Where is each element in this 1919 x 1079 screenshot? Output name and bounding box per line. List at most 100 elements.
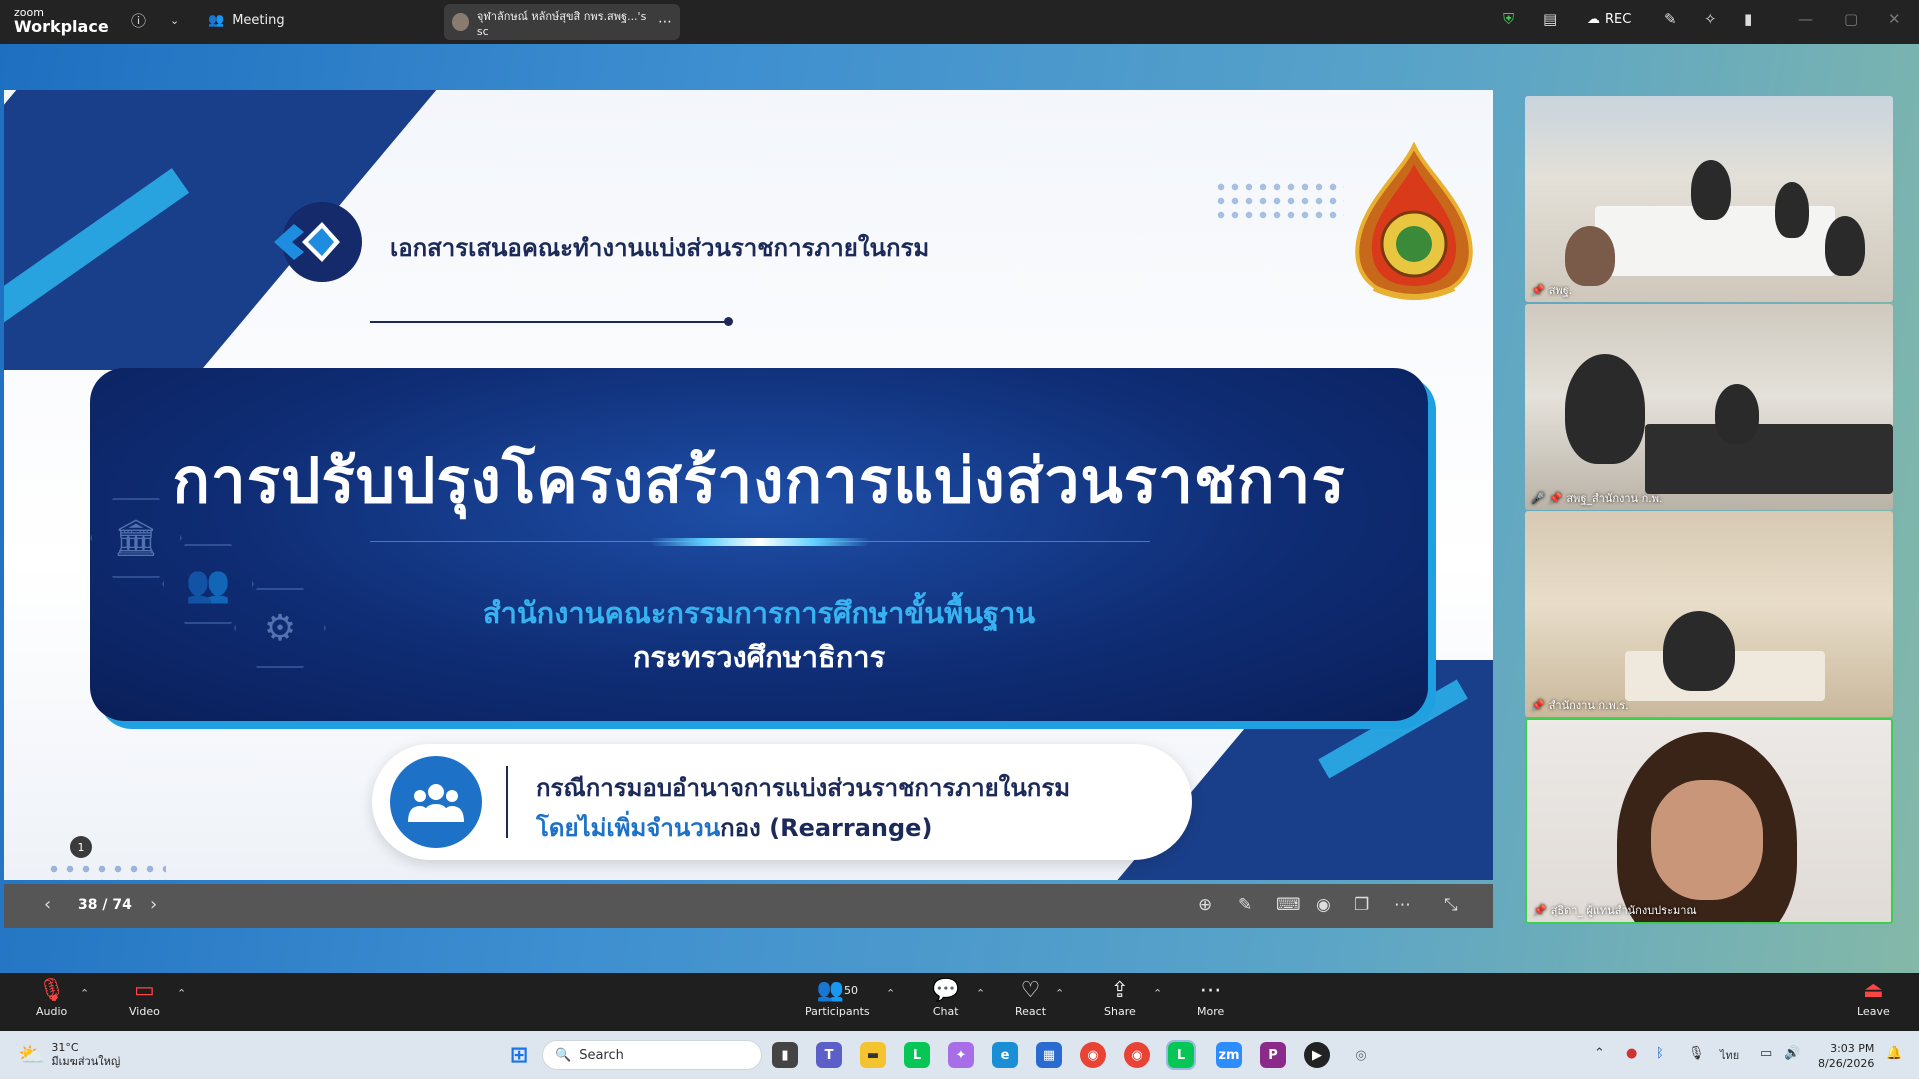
screen-share-indicator[interactable]: จุฬาลักษณ์ หลักษ์สุขสิ กพร.สพฐ...'s sc ⋯ [444, 4, 680, 40]
info-icon[interactable]: ⓘ [131, 10, 146, 31]
participants-options-caret-icon[interactable]: ⌃ [886, 987, 895, 1000]
view-layout-icon[interactable]: ▮ [1744, 10, 1752, 28]
teams-icon[interactable]: T [816, 1042, 842, 1068]
react-options-caret-icon[interactable]: ⌃ [1055, 987, 1064, 1000]
video-tile[interactable]: 📌 สพฐ. [1525, 96, 1893, 302]
slide-main-title: การปรับปรุงโครงสร้างการแบ่งส่วนราชการ [172, 444, 1346, 517]
previous-page-icon[interactable]: ‹ [44, 894, 51, 915]
bluetooth-icon[interactable]: ᛒ [1656, 1046, 1664, 1061]
task-view-icon[interactable]: ▮ [772, 1042, 798, 1068]
page-indicator: 38 / 74 [78, 897, 132, 913]
zoom-app-icon[interactable]: zm [1216, 1042, 1242, 1068]
video-tile[interactable]: 🎤 📌 สพฐ_สำนักงาน ก.พ. [1525, 304, 1893, 510]
security-tray-icon[interactable]: ● [1626, 1046, 1637, 1061]
pdf-reader-icon[interactable]: P [1260, 1042, 1286, 1068]
shared-slide: เอกสารเสนอคณะทำงานแบ่งส่วนราชการภายในกรม… [4, 90, 1493, 880]
slide-header-text: เอกสารเสนอคณะทำงานแบ่งส่วนราชการภายในกรม [390, 234, 930, 262]
next-page-icon[interactable]: › [150, 894, 157, 915]
audio-label: Audio [36, 1005, 68, 1018]
notes-icon[interactable]: ▤ [1543, 10, 1557, 28]
ai-companion-icon[interactable]: ✧ [1704, 10, 1717, 28]
weather-widget[interactable]: ⛅ 31°C มีเมฆส่วนใหญ่ [18, 1041, 120, 1069]
pin-icon: 📌 [1531, 698, 1545, 712]
search-placeholder: Search [579, 1047, 624, 1063]
video-tile-active-speaker[interactable]: 📌 สุธิดา_ ผู้แทนสำนักงบประมาณ [1525, 718, 1893, 924]
windows-start-icon[interactable]: ⊞ [506, 1042, 532, 1068]
clock-date: 8/26/2026 [1818, 1057, 1875, 1070]
recording-indicator[interactable]: ☁ REC [1587, 12, 1631, 27]
pin-icon: 📌 [1531, 283, 1545, 297]
zoom-workplace-logo: zoom Workplace [14, 7, 109, 35]
minimize-icon[interactable]: — [1798, 10, 1813, 28]
cloud-weather-icon: ⛅ [18, 1042, 46, 1068]
shield-encryption-icon[interactable]: ⛨ [1503, 10, 1514, 28]
chrome-profile-icon[interactable]: ◉ [1124, 1042, 1150, 1068]
maximize-icon[interactable]: ▢ [1844, 10, 1858, 28]
camera-app-icon[interactable]: ◎ [1348, 1042, 1374, 1068]
zoom-in-icon[interactable]: ⊕ [1198, 895, 1212, 915]
annotate-icon[interactable]: ✎ [1664, 10, 1677, 28]
media-player-icon[interactable]: ▶ [1304, 1042, 1330, 1068]
share-button[interactable]: ⇪ Share [1104, 977, 1136, 1018]
video-tile-label: 📌 สำนักงาน ก.พ.ร. [1531, 698, 1629, 713]
show-hidden-icons-icon[interactable]: ⌃ [1594, 1046, 1605, 1061]
pill-line-2: โดยไม่เพิ่มจำนวนกอง (Rearrange) [536, 808, 932, 847]
video-label: Video [129, 1005, 160, 1018]
chat-bubble-icon: 💬 [932, 978, 960, 1003]
annotate-pen-icon[interactable]: ✎ [1238, 895, 1252, 915]
meeting-label: Meeting [232, 13, 285, 28]
slide-header-underline [370, 321, 730, 323]
chat-options-caret-icon[interactable]: ⌃ [976, 987, 985, 1000]
participants-button[interactable]: 👥50 Participants [805, 977, 870, 1018]
participants-count: 50 [844, 984, 859, 997]
participant-figure [1825, 216, 1865, 276]
pop-out-icon[interactable]: ❐ [1354, 895, 1369, 915]
slide-decor-dots-top [1214, 180, 1344, 222]
microsoft-store-icon[interactable]: ▦ [1036, 1042, 1062, 1068]
team-icon [390, 756, 482, 848]
audio-button[interactable]: 🎙 Audio [36, 977, 67, 1018]
input-language[interactable]: ไทย [1720, 1046, 1739, 1064]
video-button[interactable]: ▭ Video [129, 977, 160, 1018]
file-explorer-icon[interactable]: ▬ [860, 1042, 886, 1068]
keyboard-icon[interactable]: ⌨ [1276, 895, 1301, 915]
heart-icon: ♡ [1020, 978, 1041, 1003]
video-tile-label: 📌 สพฐ. [1531, 283, 1573, 298]
chat-button[interactable]: 💬 Chat [932, 977, 959, 1018]
chrome-browser-icon[interactable]: ◉ [1080, 1042, 1106, 1068]
more-label: More [1197, 1005, 1225, 1018]
microphone-tray-icon[interactable]: 🎙 [1688, 1046, 1705, 1061]
taskbar-search-box[interactable]: 🔍 Search [542, 1040, 762, 1070]
video-tile[interactable]: 📌 สำนักงาน ก.พ.ร. [1525, 511, 1893, 717]
meeting-menu-button[interactable]: 👥 Meeting [208, 13, 285, 28]
weather-desc: มีเมฆส่วนใหญ่ [51, 1055, 121, 1068]
leave-button[interactable]: ⏏ Leave [1857, 977, 1890, 1018]
more-options-icon[interactable]: ⋯ [658, 14, 672, 30]
more-button[interactable]: ⋯ More [1197, 977, 1224, 1018]
volume-icon[interactable]: 🔊 [1784, 1046, 1800, 1061]
broadcast-icon[interactable]: ◉ [1316, 895, 1331, 915]
react-button[interactable]: ♡ React [1015, 977, 1046, 1018]
title-banner: 🏛 👥 ⚙ การปรับปรุงโครงสร้างการแบ่งส่วนราช… [90, 368, 1428, 721]
edge-browser-icon[interactable]: e [992, 1042, 1018, 1068]
participant-figure [1691, 160, 1731, 220]
share-options-caret-icon[interactable]: ⌃ [1153, 987, 1162, 1000]
notification-bell-icon[interactable]: 🔔 [1886, 1046, 1902, 1061]
more-options-icon[interactable]: ⋯ [1394, 895, 1411, 915]
copilot-icon[interactable]: ✦ [948, 1042, 974, 1068]
slide-page-badge: 1 [70, 836, 92, 858]
rec-label: REC [1605, 12, 1632, 27]
line-app-active-icon[interactable]: L [1166, 1040, 1196, 1070]
network-icon[interactable]: ▭ [1760, 1046, 1772, 1061]
search-icon: 🔍 [555, 1047, 572, 1063]
audio-options-caret-icon[interactable]: ⌃ [80, 987, 89, 1000]
close-icon[interactable]: ✕ [1888, 10, 1901, 28]
pill-line-2-blue: โดยไม่เพิ่มจำนวน [536, 814, 721, 842]
exit-fullscreen-icon[interactable]: ⤡ [1444, 895, 1458, 915]
video-options-caret-icon[interactable]: ⌃ [177, 987, 186, 1000]
chevron-down-icon[interactable]: ⌄ [170, 14, 179, 27]
react-label: React [1015, 1005, 1047, 1018]
participant-figure [1565, 354, 1645, 464]
taskbar-clock[interactable]: 3:03 PM 8/26/2026 [1818, 1041, 1874, 1071]
line-app-icon[interactable]: L [904, 1042, 930, 1068]
